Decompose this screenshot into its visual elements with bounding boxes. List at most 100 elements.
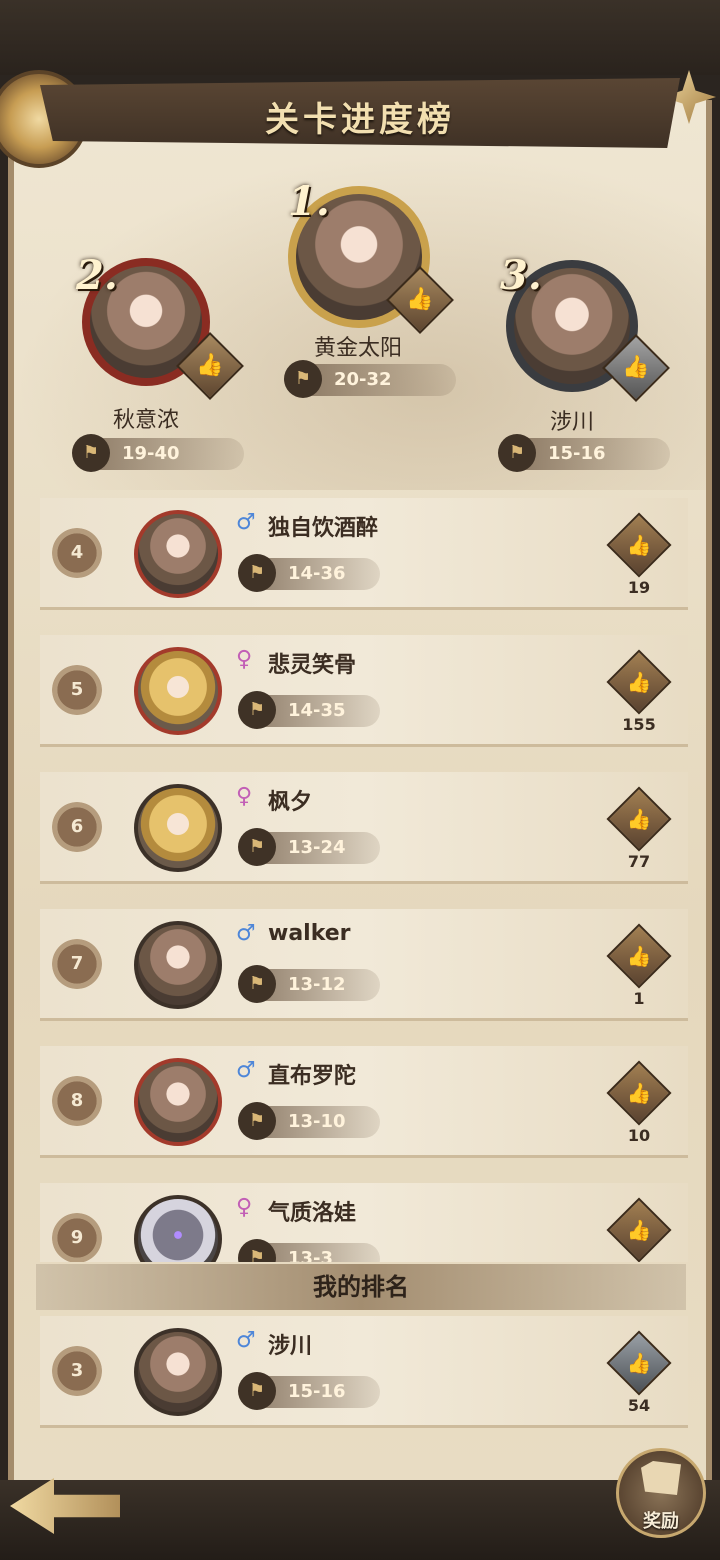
player-name: 涉川 (268, 1334, 313, 1359)
stage-value: 15-16 (288, 1381, 346, 1402)
stage-progress: ⚑ 14-35 (238, 691, 380, 729)
my-rank-header: 我的排名 (36, 1264, 686, 1310)
like-count: 155 (622, 715, 656, 734)
stage-value: 13-24 (288, 837, 346, 858)
like-button[interactable]: 👍 (606, 1060, 672, 1126)
rank-badge: 7 (52, 939, 102, 989)
player-name: 秋意浓 (112, 408, 179, 433)
player-name: 悲灵笑骨 (268, 653, 357, 678)
table-row[interactable]: 4 ♂ 独自饮酒醉 ⚑ 14-36 👍 19 (40, 498, 688, 610)
stage-value: 19-40 (122, 443, 180, 464)
player-name: 涉川 (549, 410, 594, 435)
table-row[interactable]: 5 ♀ 悲灵笑骨 ⚑ 14-35 👍 155 (40, 635, 688, 747)
rank-badge: 6 (52, 802, 102, 852)
stage-progress: ⚑ 13-3 (238, 1239, 380, 1262)
stage-progress: ⚑ 19-40 (72, 434, 244, 472)
thumbs-up-icon: 👍 (626, 533, 652, 557)
like-button[interactable]: 👍 (606, 786, 672, 852)
male-icon: ♂ (236, 510, 256, 535)
avatar[interactable] (134, 1058, 222, 1146)
stage-progress: ⚑ 13-12 (238, 965, 380, 1003)
male-icon: ♂ (236, 1328, 256, 1353)
reward-label: 奖励 (643, 1511, 679, 1532)
avatar[interactable] (134, 784, 222, 872)
like-count: 19 (627, 578, 651, 597)
thumbs-up-icon: 👍 (626, 1351, 652, 1375)
stage-value: 15-16 (548, 443, 606, 464)
page-title: 关卡进度榜 (265, 100, 455, 140)
like-button[interactable]: 👍 (606, 1197, 672, 1262)
bottom-bar (0, 1480, 720, 1560)
table-row[interactable]: 9 ♀ 气质洛娃 ⚑ 13-3 👍 (40, 1183, 688, 1262)
avatar[interactable] (134, 1328, 222, 1416)
stage-value: 13-10 (288, 1111, 346, 1132)
flag-icon: ⚑ (72, 434, 110, 472)
flag-icon: ⚑ (238, 1102, 276, 1140)
player-name: 气质洛娃 (268, 1201, 357, 1226)
avatar[interactable] (134, 510, 222, 598)
player-name: 直布罗陀 (268, 1064, 357, 1089)
like-button[interactable]: 👍 (606, 649, 672, 715)
like-button[interactable]: 👍 (606, 512, 672, 578)
map-icon (641, 1461, 681, 1495)
thumbs-up-icon: 👍 (626, 1081, 652, 1105)
flag-icon: ⚑ (238, 1372, 276, 1410)
reward-button[interactable]: 奖励 (616, 1448, 706, 1538)
thumbs-up-icon: 👍 (626, 944, 652, 968)
thumbs-up-icon: 👍 (622, 355, 650, 380)
flag-icon: ⚑ (238, 965, 276, 1003)
thumbs-up-icon: 👍 (406, 287, 434, 312)
rank-badge: 9 (52, 1213, 102, 1262)
stage-value: 13-3 (288, 1248, 334, 1262)
thumbs-up-icon: 👍 (626, 1218, 652, 1242)
flag-icon: ⚑ (238, 691, 276, 729)
thumbs-up-icon: 👍 (626, 807, 652, 831)
avatar[interactable] (134, 1195, 222, 1262)
rank-badge: 4 (52, 528, 102, 578)
flag-icon: ⚑ (238, 1239, 276, 1262)
flag-icon: ⚑ (238, 554, 276, 592)
player-name: 独自饮酒醉 (268, 516, 379, 541)
flag-icon: ⚑ (284, 360, 322, 398)
rank-number: 2. (76, 252, 118, 299)
female-icon: ♀ (236, 784, 253, 809)
stage-progress: ⚑ 15-16 (238, 1372, 380, 1410)
stage-value: 14-36 (288, 563, 346, 584)
avatar[interactable] (134, 647, 222, 735)
thumbs-up-icon: 👍 (196, 353, 224, 378)
like-button[interactable]: 👍 (606, 923, 672, 989)
player-name: walker (268, 921, 351, 946)
rank-badge: 8 (52, 1076, 102, 1126)
table-row[interactable]: 8 ♂ 直布罗陀 ⚑ 13-10 👍 10 (40, 1046, 688, 1158)
female-icon: ♀ (236, 1195, 253, 1220)
rank-number: 1. (288, 178, 330, 225)
male-icon: ♂ (236, 921, 256, 946)
stage-value: 14-35 (288, 700, 346, 721)
like-count: 54 (627, 1396, 651, 1415)
top-frame (0, 0, 720, 75)
table-row[interactable]: 6 ♀ 枫夕 ⚑ 13-24 👍 77 (40, 772, 688, 884)
flag-icon: ⚑ (238, 828, 276, 866)
player-name: 枫夕 (268, 790, 313, 815)
stage-progress: ⚑ 13-10 (238, 1102, 380, 1140)
player-name: 黄金太阳 (313, 336, 402, 361)
stage-value: 20-32 (334, 369, 392, 390)
stage-progress: ⚑ 14-36 (238, 554, 380, 592)
stage-value: 13-12 (288, 974, 346, 995)
like-button[interactable]: 👍 (606, 1330, 672, 1396)
rank-badge: 3 (52, 1346, 102, 1396)
flag-icon: ⚑ (498, 434, 536, 472)
stage-progress: ⚑ 20-32 (284, 360, 456, 398)
avatar[interactable] (134, 921, 222, 1009)
male-icon: ♂ (236, 1058, 256, 1083)
stage-progress: ⚑ 15-16 (498, 434, 670, 472)
thumbs-up-icon: 👍 (626, 670, 652, 694)
like-count: 1 (633, 989, 645, 1008)
ranking-list[interactable]: 4 ♂ 独自饮酒醉 ⚑ 14-36 👍 19 5 ♀ 悲灵笑骨 ⚑ 14-35 👍 … (0, 490, 720, 1262)
rank-number: 3. (500, 252, 542, 299)
stage-progress: ⚑ 13-24 (238, 828, 380, 866)
like-count: 10 (627, 1126, 651, 1145)
table-row[interactable]: 7 ♂ walker ⚑ 13-12 👍 1 (40, 909, 688, 1021)
female-icon: ♀ (236, 647, 253, 672)
my-rank-row[interactable]: 3 ♂ 涉川 ⚑ 15-16 👍 54 (40, 1316, 688, 1428)
